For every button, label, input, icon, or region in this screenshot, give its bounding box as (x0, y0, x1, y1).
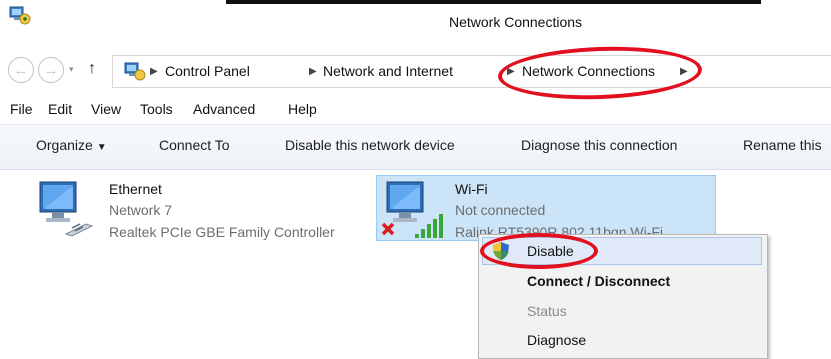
menu-advanced[interactable]: Advanced (193, 101, 255, 117)
menu-tools[interactable]: Tools (140, 101, 173, 117)
up-button[interactable]: ↑ (88, 60, 96, 78)
organize-label: Organize (36, 137, 93, 153)
wifi-name: Wi-Fi (455, 181, 488, 197)
wifi-connection-icon (379, 176, 451, 242)
ethernet-name: Ethernet (109, 181, 162, 197)
context-status: Status (527, 303, 567, 319)
rename-button[interactable]: Rename this (743, 137, 822, 153)
ethernet-connection-icon[interactable] (28, 176, 102, 242)
connect-to-button[interactable]: Connect To (159, 137, 230, 153)
annotation-circle (480, 233, 598, 269)
annotation-circle (497, 43, 703, 103)
up-arrow-icon: ↑ (88, 60, 96, 77)
menu-view[interactable]: View (91, 101, 121, 117)
menu-help[interactable]: Help (288, 101, 317, 117)
breadcrumb-separator-icon: ▶ (150, 66, 158, 77)
chevron-down-icon: ▾ (69, 64, 74, 74)
forward-button[interactable]: → (38, 57, 64, 83)
context-connect-disconnect[interactable]: Connect / Disconnect (527, 273, 670, 289)
breadcrumb-control-panel[interactable]: Control Panel (165, 63, 250, 79)
control-panel-icon (124, 61, 146, 81)
recent-locations-dropdown[interactable]: ▾ (69, 64, 74, 75)
top-crop-bar (226, 0, 761, 4)
breadcrumb-network-and-internet[interactable]: Network and Internet (323, 63, 453, 79)
context-diagnose[interactable]: Diagnose (527, 332, 586, 348)
wifi-network: Not connected (455, 202, 546, 218)
organize-button[interactable]: Organize ▼ (36, 137, 107, 153)
ethernet-network: Network 7 (109, 202, 173, 218)
window-title: Network Connections (448, 14, 583, 30)
back-arrow-icon: ← (13, 61, 29, 79)
ethernet-adapter: Realtek PCIe GBE Family Controller (109, 224, 335, 240)
back-button[interactable]: ← (8, 57, 34, 83)
breadcrumb-separator-icon: ▶ (309, 66, 317, 77)
chevron-down-icon: ▼ (96, 142, 107, 153)
disable-device-button[interactable]: Disable this network device (285, 137, 455, 153)
menu-edit[interactable]: Edit (48, 101, 72, 117)
menu-file[interactable]: File (10, 101, 33, 117)
forward-arrow-icon: → (43, 61, 59, 79)
diagnose-connection-button[interactable]: Diagnose this connection (521, 137, 677, 153)
